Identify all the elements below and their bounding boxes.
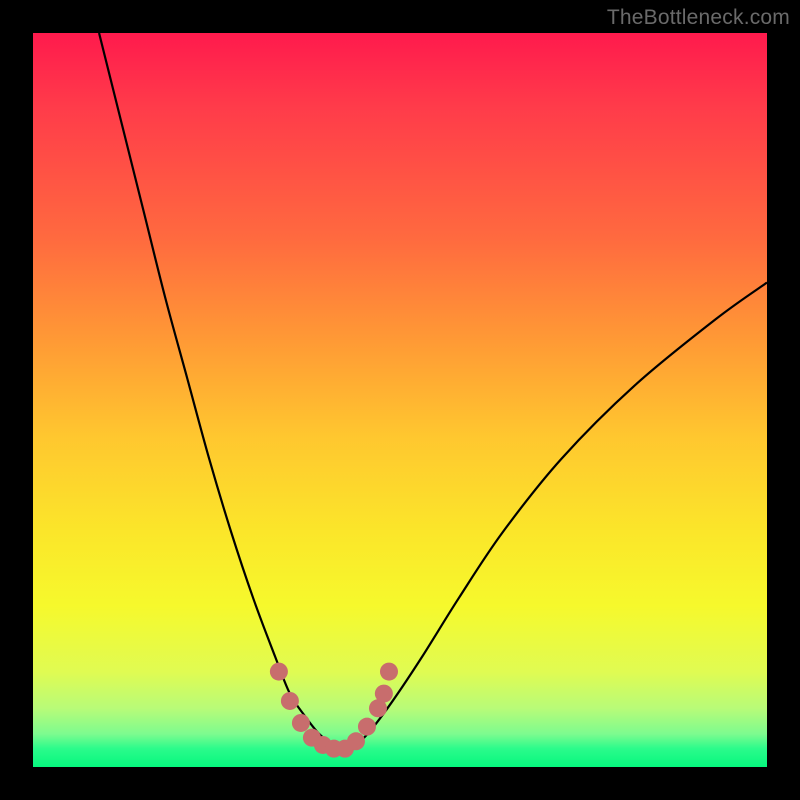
valley-dot — [380, 663, 398, 681]
valley-dot — [347, 732, 365, 750]
curve-layer — [33, 33, 767, 767]
watermark-text: TheBottleneck.com — [607, 6, 790, 30]
valley-dot — [270, 663, 288, 681]
valley-dot — [375, 685, 393, 703]
chart-frame: TheBottleneck.com — [0, 0, 800, 800]
valley-dot — [281, 692, 299, 710]
gradient-plot-area — [33, 33, 767, 767]
valley-dot-group — [270, 663, 398, 758]
valley-dot — [292, 714, 310, 732]
valley-dot — [358, 718, 376, 736]
bottleneck-curve — [99, 33, 767, 749]
